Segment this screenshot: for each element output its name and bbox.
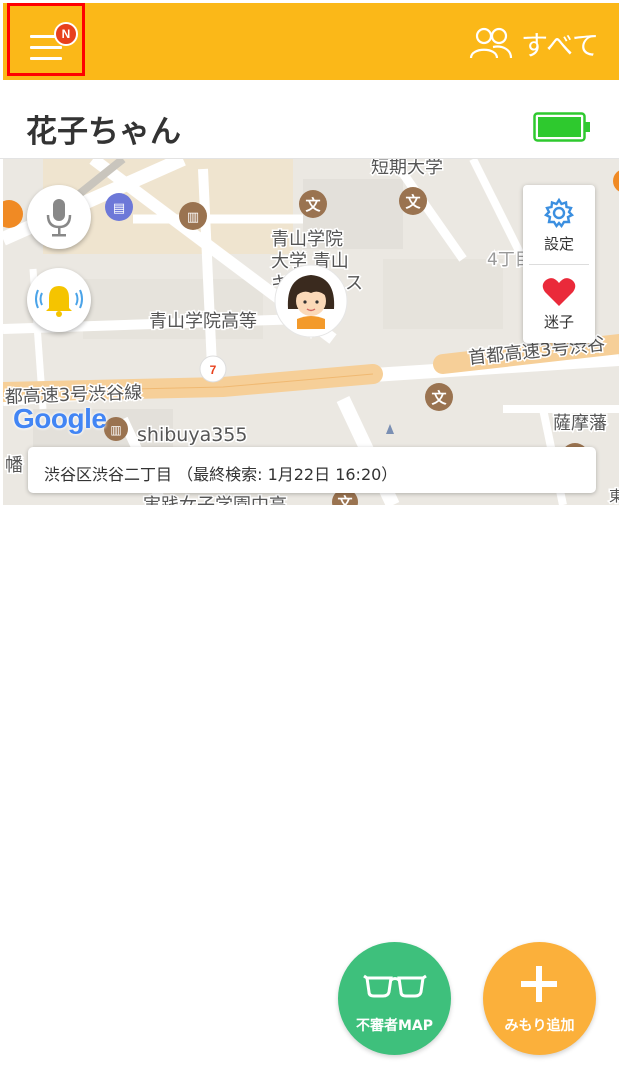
notification-badge: N — [54, 22, 78, 46]
svg-text:文: 文 — [305, 196, 321, 214]
location-address-bar: 渋谷区渋谷二丁目 （最終検索: 1月22日 16:20） — [28, 447, 596, 493]
map-label-aoyama-high: 青山学院高等 — [149, 311, 257, 332]
microphone-icon — [46, 199, 72, 237]
all-members-label: すべて — [520, 30, 599, 62]
svg-text:▥: ▥ — [187, 210, 199, 225]
svg-text:文: 文 — [431, 389, 447, 407]
map-label-shibuya355: shibuya355 — [137, 424, 247, 446]
map-view[interactable]: 文文文文 ▥ ▥ ▤ 7 短期大学 青山学院 大学 青山 キ ス 青山学院高等 … — [3, 159, 619, 505]
svg-text:文: 文 — [337, 494, 353, 505]
menu-button[interactable]: N — [7, 3, 85, 76]
map-label-hachi: 幡 — [5, 455, 23, 476]
svg-text:▤: ▤ — [113, 201, 125, 216]
suspicious-person-map-label: 不審者MAP — [355, 1018, 434, 1034]
lost-child-label: 迷子 — [543, 313, 574, 331]
top-app-bar: N すべて — [3, 3, 619, 80]
map-label-aoyama-univ-4: ス — [345, 273, 363, 294]
svg-text:7: 7 — [210, 363, 217, 377]
settings-label: 設定 — [543, 235, 574, 253]
map-side-panel: 設定 迷子 — [523, 185, 595, 343]
plus-icon — [521, 966, 557, 1002]
glasses-icon — [363, 974, 427, 998]
add-watcher-button[interactable]: みもり追加 — [483, 942, 596, 1055]
map-label-jissen: 実践女子学園中高 — [143, 495, 287, 505]
battery-icon — [533, 112, 590, 142]
map-label-satsuma: 薩摩藩 — [553, 413, 607, 434]
suspicious-person-map-button[interactable]: 不審者MAP — [338, 942, 451, 1055]
gear-icon — [543, 197, 575, 229]
bell-icon — [35, 286, 83, 317]
all-members-button[interactable]: すべて — [469, 23, 599, 63]
google-logo: Google — [13, 403, 107, 434]
alarm-button[interactable] — [27, 268, 91, 332]
child-name: 花子ちゃん — [26, 114, 181, 150]
map-label-higashi: 東 — [609, 487, 619, 505]
people-icon — [469, 27, 513, 59]
settings-button[interactable]: 設定 — [523, 185, 595, 263]
voice-record-button[interactable] — [27, 185, 91, 249]
map-label-aoyama-univ-1: 青山学院 — [271, 229, 343, 250]
map-label-tanki: 短期大学 — [371, 159, 443, 178]
svg-text:▥: ▥ — [110, 423, 121, 437]
location-address: 渋谷区渋谷二丁目 （最終検索: 1月22日 16:20） — [44, 465, 398, 484]
heart-icon — [542, 278, 576, 306]
add-watcher-label: みもり追加 — [504, 1018, 575, 1034]
lost-child-button[interactable]: 迷子 — [523, 265, 595, 343]
svg-text:文: 文 — [405, 193, 421, 211]
